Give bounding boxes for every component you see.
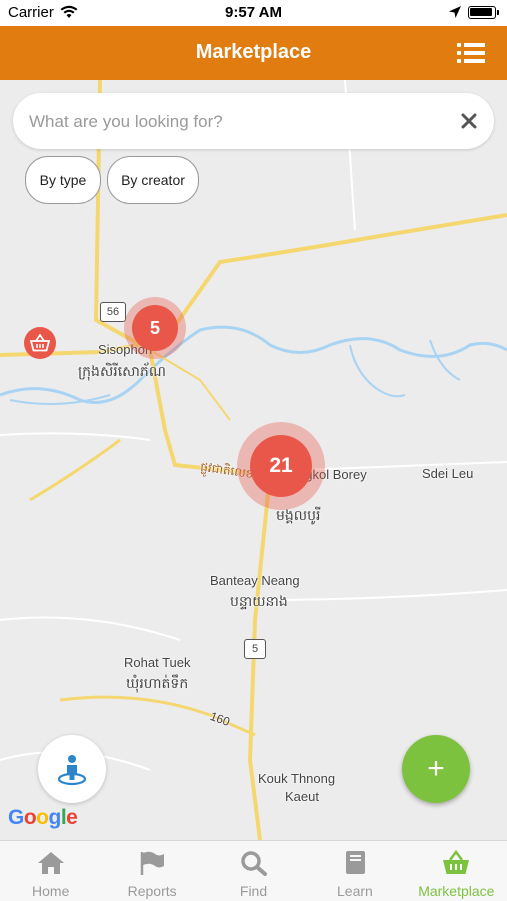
tab-label: Marketplace [418, 883, 495, 899]
place-label: Kouk Thnong [258, 771, 336, 786]
tab-find[interactable]: Find [203, 841, 304, 901]
tab-label: Learn [337, 883, 373, 899]
my-location-button[interactable] [38, 735, 106, 803]
road-shield-56: 56 [100, 302, 126, 322]
place-label: Rohat Tuek [124, 655, 191, 670]
nav-bar: Marketplace [0, 26, 507, 80]
book-icon [345, 851, 365, 874]
cluster-count: 21 [250, 435, 312, 497]
tab-learn[interactable]: Learn [304, 841, 405, 901]
map-cluster[interactable]: 5 [124, 297, 186, 359]
tab-label: Find [239, 883, 268, 899]
location-arrow-icon [449, 6, 461, 18]
filter-by-type-button[interactable]: By type [25, 156, 101, 204]
search-bar [13, 93, 494, 151]
clock: 9:57 AM [225, 4, 282, 21]
home-icon [37, 852, 64, 874]
cluster-count: 5 [132, 305, 178, 351]
tab-marketplace[interactable]: Marketplace [406, 841, 507, 901]
place-label: Kaeut [285, 789, 319, 804]
place-label: Sdei Leu [422, 466, 474, 481]
page-title: Marketplace [195, 41, 312, 63]
person-location-icon [57, 755, 87, 786]
marketplace-pin[interactable] [24, 327, 56, 359]
list-icon[interactable] [457, 42, 485, 64]
google-logo: Google [8, 806, 78, 829]
tab-home[interactable]: Home [0, 841, 101, 901]
tab-reports[interactable]: Reports [101, 841, 202, 901]
close-icon[interactable] [458, 110, 480, 132]
tab-bar: Home Reports Find Learn Marketplace [0, 840, 507, 901]
place-label: បន្ទាយនាង [230, 593, 288, 609]
map-cluster[interactable]: 21 [237, 422, 325, 510]
tab-label: Reports [127, 883, 177, 899]
flag-icon [140, 851, 165, 875]
road-shield-5: 5 [244, 639, 266, 659]
tab-label: Home [32, 883, 70, 899]
add-listing-button[interactable]: + [402, 735, 470, 803]
battery-icon [468, 6, 499, 19]
search-input[interactable] [27, 93, 451, 151]
place-label: ក្រុងសិរីសោភ័ណ [78, 363, 166, 379]
search-icon [240, 851, 267, 876]
place-label: ឃុំរហាត់ទឹក [126, 675, 189, 691]
basket-icon [30, 334, 50, 352]
status-bar: Carrier 9:57 AM [0, 0, 507, 26]
basket-icon [443, 850, 470, 874]
filter-by-creator-button[interactable]: By creator [107, 156, 199, 204]
place-label: Banteay Neang [210, 573, 300, 588]
